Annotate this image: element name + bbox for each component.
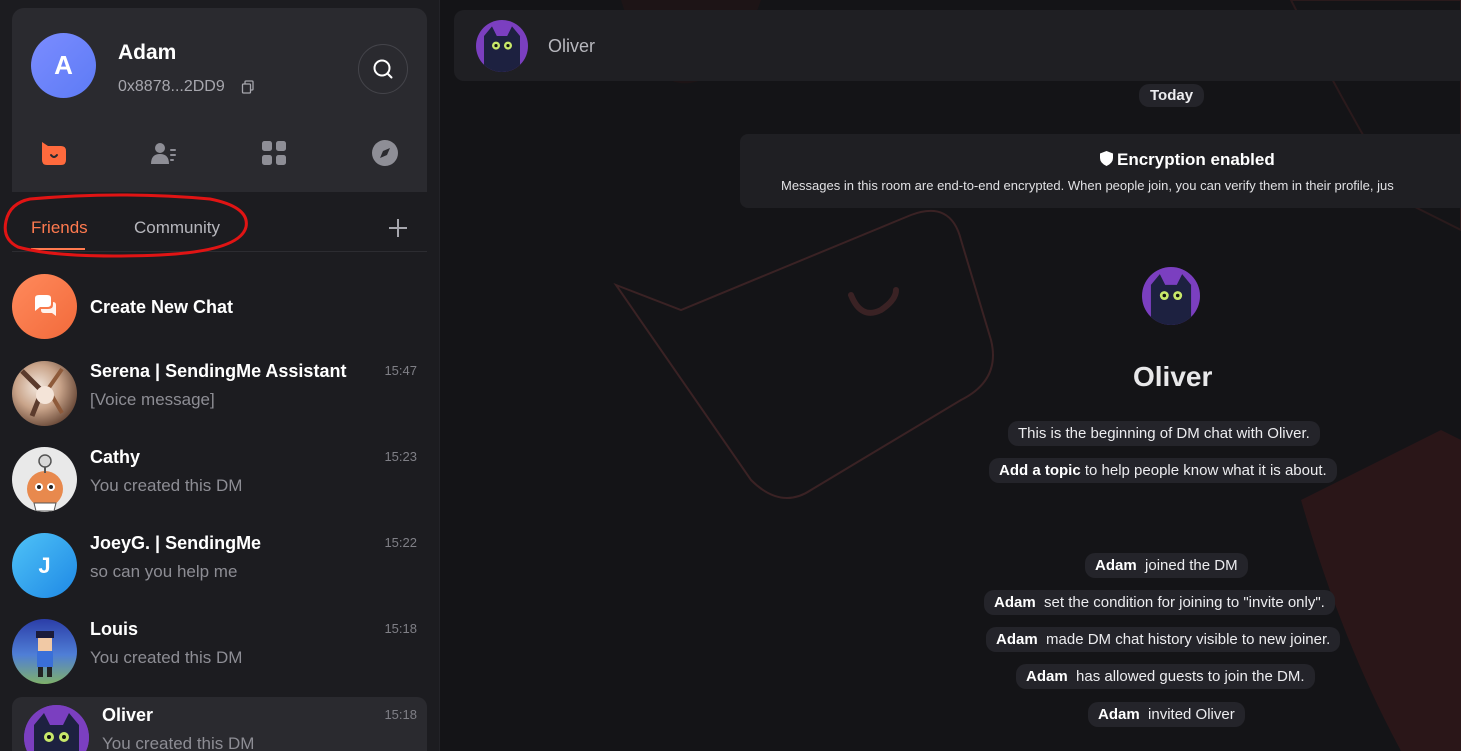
chat-preview: [Voice message] [90,390,215,409]
chat-preview: You created this DM [102,734,255,751]
search-button[interactable] [358,44,408,94]
peer-name: Oliver [1133,361,1213,392]
timeline-event: Adam invited Oliver [1088,702,1245,727]
chat-list-item[interactable]: Cathy You created this DM 15:23 [12,439,427,521]
room-title: Oliver [548,36,596,56]
timeline-event: Adam set the condition for joining to "i… [984,590,1335,615]
date-divider: Today [1139,84,1205,107]
event-text: made DM chat history visible to new join… [1046,631,1331,648]
profile-card: A Adam 0x8878...2DD9 [12,8,427,192]
dm-intro: This is the beginning of DM chat with Ol… [1008,421,1320,446]
user-name: Adam [118,41,177,64]
create-chat-label: Create New Chat [90,297,234,317]
chat-nav-icon[interactable] [39,138,69,168]
chat-list-item-active[interactable]: Oliver You created this DM 15:18 [12,697,427,751]
chat-name: Louis [90,619,138,639]
chat-name: Oliver [102,705,154,725]
event-actor[interactable]: Adam [1026,668,1068,685]
shield-icon [1100,151,1113,166]
chat-name: JoeyG. | SendingMe [90,533,262,553]
chat-name: Serena | SendingMe Assistant [90,361,347,381]
chat-list-item[interactable]: Serena | SendingMe Assistant [Voice mess… [12,353,427,435]
avatar: J [12,533,77,598]
contacts-nav-icon[interactable] [149,138,179,168]
chat-name: Cathy [90,447,141,467]
event-actor[interactable]: Adam [1098,706,1140,723]
chat-time: 15:18 [384,621,417,636]
encryption-notice [740,134,1461,208]
user-avatar[interactable]: A [31,33,96,98]
chat-preview: You created this DM [90,476,243,495]
add-topic-link[interactable]: Add a topic [999,462,1081,479]
avatar [24,705,89,751]
event-actor[interactable]: Adam [1095,557,1137,574]
peer-avatar[interactable] [1142,267,1200,325]
create-new-chat-button[interactable]: Create New Chat [12,266,427,348]
timeline-event: Adam joined the DM [1085,553,1248,578]
event-actor[interactable]: Adam [996,631,1038,648]
timeline-event: Adam has allowed guests to join the DM. [1016,664,1315,689]
event-text: set the condition for joining to "invite… [1044,594,1325,611]
event-text: joined the DM [1145,557,1238,574]
compass-nav-icon[interactable] [370,138,400,168]
search-icon [373,59,393,79]
chat-tabs: Friends Community [0,200,439,252]
apps-nav-icon[interactable] [259,138,289,168]
timeline-event: Adam made DM chat history visible to new… [986,627,1341,652]
event-actor[interactable]: Adam [994,594,1036,611]
chat-list-item[interactable]: J JoeyG. | SendingMe so can you help me … [12,525,427,607]
encryption-title: Encryption enabled [1117,150,1275,169]
event-text: invited Oliver [1148,706,1235,723]
room-avatar[interactable] [476,20,528,72]
chat-preview: You created this DM [90,648,243,667]
create-chat-icon [12,274,77,339]
avatar [12,361,77,426]
chat-room: Oliver Today Encryption enabled Messages… [441,0,1461,751]
wallet-address: 0x8878...2DD9 [118,78,225,95]
topic-prompt-text: to help people know what it is about. [1080,462,1327,479]
tab-community[interactable]: Community [134,218,220,238]
copy-icon[interactable] [241,80,255,94]
room-header: Oliver [454,10,1461,81]
avatar [12,447,77,512]
chat-time: 15:18 [384,707,417,722]
sidebar: A Adam 0x8878...2DD9 Friends Community C… [0,0,440,751]
tab-friends[interactable]: Friends [31,218,88,238]
event-text: has allowed guests to join the DM. [1076,668,1305,685]
chat-time: 15:22 [384,535,417,550]
chat-preview: so can you help me [90,562,238,581]
active-tab-indicator [31,248,85,250]
chat-time: 15:47 [384,363,417,378]
encryption-description: Messages in this room are end-to-end enc… [781,178,1394,193]
topic-prompt: Add a topic to help people know what it … [989,458,1337,483]
avatar [12,619,77,684]
chat-time: 15:23 [384,449,417,464]
add-icon[interactable] [386,216,410,240]
chat-list-item[interactable]: Louis You created this DM 15:18 [12,611,427,693]
tab-divider [12,251,427,252]
